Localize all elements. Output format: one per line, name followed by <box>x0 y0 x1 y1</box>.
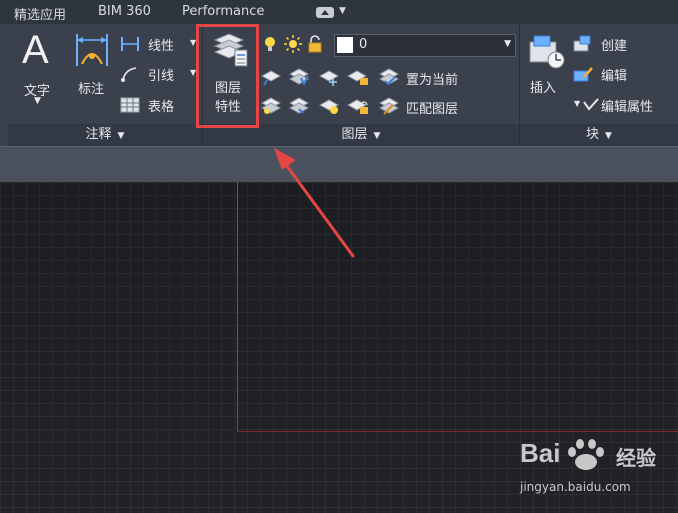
baidu-paw-logo-icon <box>568 439 604 470</box>
autocad-window: 精选应用 BIM 360 Performance ▼ A 文字 ▼ 标注 线性 … <box>0 0 678 513</box>
watermark-brand: Bai <box>520 438 561 468</box>
watermark-jingyan: 经验 <box>616 446 656 470</box>
annotation-arrow-icon <box>274 148 355 258</box>
watermark-url: jingyan.baidu.com <box>520 480 631 494</box>
